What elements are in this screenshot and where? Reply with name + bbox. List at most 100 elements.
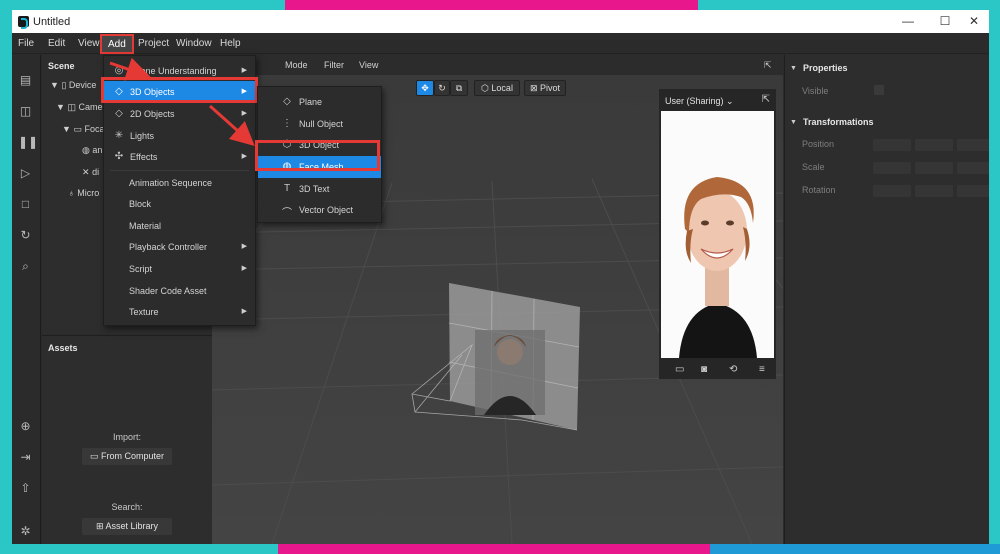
menu-item-playback-controller[interactable]: Playback Controller ▶ — [104, 236, 255, 258]
menu-project[interactable]: Project — [138, 38, 169, 49]
rotate-tool-icon[interactable]: ↻ — [434, 80, 450, 96]
collapse-icon[interactable]: ▼ — [790, 119, 797, 126]
tree-item-camera[interactable]: ▼ ◫ Came — [56, 102, 102, 113]
menu-icon[interactable]: ≡ — [759, 364, 765, 375]
view-menu[interactable]: View — [359, 60, 378, 70]
menu-item-block[interactable]: Block — [104, 193, 255, 215]
menu-edit[interactable]: Edit — [48, 38, 65, 49]
device-rotate-icon[interactable]: ⟲ — [729, 364, 737, 375]
capture-icon[interactable]: ◙ — [701, 364, 707, 375]
scale-x-field[interactable] — [873, 162, 911, 174]
3d-text-icon: T — [283, 183, 291, 194]
menu-help[interactable]: Help — [220, 38, 241, 49]
title-bar: Untitled — ☐ ✕ — [12, 10, 989, 33]
submenu-item-3d-text[interactable]: T 3D Text — [258, 178, 381, 200]
assets-header: Assets — [48, 343, 78, 353]
add-file-icon[interactable]: ⊕ — [18, 419, 33, 433]
camera-icon[interactable]: ◫ — [18, 104, 33, 118]
menu-item-lights[interactable]: ✳ Lights — [104, 125, 255, 147]
tree-item-microphone[interactable]: ♁ Micro — [68, 188, 99, 198]
scale-y-field[interactable] — [915, 162, 953, 174]
menu-item-animation-sequence[interactable]: Animation Sequence — [104, 172, 255, 194]
menu-file[interactable]: File — [18, 38, 34, 49]
lights-icon: ✳ — [114, 130, 124, 141]
tree-item-device[interactable]: ▼ ▯ Device — [50, 80, 96, 91]
plane-icon: ◇ — [283, 96, 291, 107]
position-z-field[interactable] — [957, 139, 989, 151]
visible-label: Visible — [802, 86, 829, 96]
sign-in-icon[interactable]: ⇥ — [18, 450, 33, 464]
menu-item-shader-code-asset[interactable]: Shader Code Asset — [104, 280, 255, 302]
preview-popout-icon[interactable]: ⇱ — [762, 94, 770, 105]
play-icon[interactable]: ▷ — [18, 166, 33, 180]
submenu-arrow-icon: ▶ — [241, 110, 247, 117]
local-toggle[interactable]: ⬡ Local — [474, 80, 520, 96]
vector-object-icon: ⌒ — [282, 208, 292, 219]
submenu-item-label: Vector Object — [299, 205, 354, 215]
asset-library-button[interactable]: ⊞ Asset Library — [82, 518, 172, 535]
collapse-icon[interactable]: ▼ — [790, 65, 797, 72]
upload-icon[interactable]: ⇧ — [18, 481, 33, 495]
tree-item-ambient[interactable]: ◍ an — [82, 145, 102, 156]
tree-item-directional[interactable]: ✕ di — [82, 167, 99, 178]
video-icon[interactable]: ▭ — [675, 364, 684, 375]
pivot-toggle[interactable]: ⊠ Pivot — [524, 80, 566, 96]
move-tool-icon[interactable]: ✥ — [416, 80, 434, 96]
bug-icon[interactable]: ✲ — [18, 524, 33, 538]
rotation-z-field[interactable] — [957, 185, 989, 197]
menu-view[interactable]: View — [78, 38, 100, 49]
minimize-button[interactable]: — — [893, 13, 923, 30]
tree-item-focal[interactable]: ▼ ▭ Foca — [62, 124, 104, 135]
refresh-icon[interactable]: ↻ — [18, 228, 33, 242]
from-computer-button[interactable]: ▭ From Computer — [82, 448, 172, 465]
layout-icon[interactable]: ▤ — [18, 73, 33, 87]
visible-checkbox[interactable] — [874, 85, 884, 95]
menu-item-material[interactable]: Material — [104, 215, 255, 237]
menu-item-texture[interactable]: Texture ▶ — [104, 301, 255, 323]
rotation-y-field[interactable] — [915, 185, 953, 197]
mode-menu[interactable]: Mode — [285, 60, 308, 70]
position-x-field[interactable] — [873, 139, 911, 151]
menu-item-effects[interactable]: ✣ Effects ▶ — [104, 146, 255, 168]
submenu-item-plane[interactable]: ◇ Plane — [258, 91, 381, 113]
window-title: Untitled — [33, 16, 71, 28]
menu-item-2d-objects[interactable]: ◇ 2D Objects ▶ — [104, 103, 255, 125]
menu-item-label: Scene Understanding — [130, 66, 217, 76]
menu-item-label: Effects — [130, 152, 158, 162]
expander-icon[interactable]: ▼ — [56, 102, 65, 112]
pause-icon[interactable]: ❚❚ — [18, 135, 38, 149]
search-icon[interactable]: ⌕ — [18, 259, 33, 273]
tree-item-label: Came — [78, 102, 103, 112]
menu-item-script[interactable]: Script ▶ — [104, 258, 255, 280]
from-computer-label: From Computer — [101, 451, 165, 461]
scale-z-field[interactable] — [957, 162, 989, 174]
menu-item-label: Material — [129, 221, 162, 231]
expander-icon[interactable]: ▼ — [50, 80, 59, 90]
asset-library-label: Asset Library — [105, 521, 159, 531]
close-button[interactable]: ✕ — [959, 13, 989, 30]
cube-icon: ⬡ — [481, 83, 489, 93]
scale-tool-icon[interactable]: ⧉ — [450, 80, 468, 96]
submenu-item-null-object[interactable]: ⋮ Null Object — [258, 113, 381, 135]
position-y-field[interactable] — [915, 139, 953, 151]
scene-understanding-icon: ◎ — [114, 65, 124, 76]
tree-item-label: Device — [68, 80, 97, 90]
filter-menu[interactable]: Filter — [324, 60, 344, 70]
popout-icon[interactable]: ⇱ — [764, 60, 772, 71]
menu-bar: File Edit View Add Project Window Help — [12, 33, 989, 54]
stop-icon[interactable]: □ — [18, 197, 33, 211]
menu-window[interactable]: Window — [176, 38, 212, 49]
properties-panel: ▼ Properties Visible ▼ Transformations P… — [784, 55, 989, 544]
import-label: Import: — [112, 432, 141, 442]
device-icon: ▯ — [61, 80, 67, 90]
preview-source-dropdown[interactable]: User (Sharing) ⌄ — [665, 96, 734, 107]
maximize-button[interactable]: ☐ — [930, 13, 960, 30]
expander-icon[interactable]: ▼ — [62, 124, 71, 134]
scene-header: Scene — [48, 61, 75, 71]
submenu-item-vector-object[interactable]: ⌒ Vector Object — [258, 199, 381, 221]
chevron-down-icon: ⌄ — [726, 96, 734, 106]
menu-add[interactable]: Add — [100, 34, 134, 54]
preview-photo — [661, 111, 774, 358]
rotation-x-field[interactable] — [873, 185, 911, 197]
person-photo — [661, 111, 774, 358]
